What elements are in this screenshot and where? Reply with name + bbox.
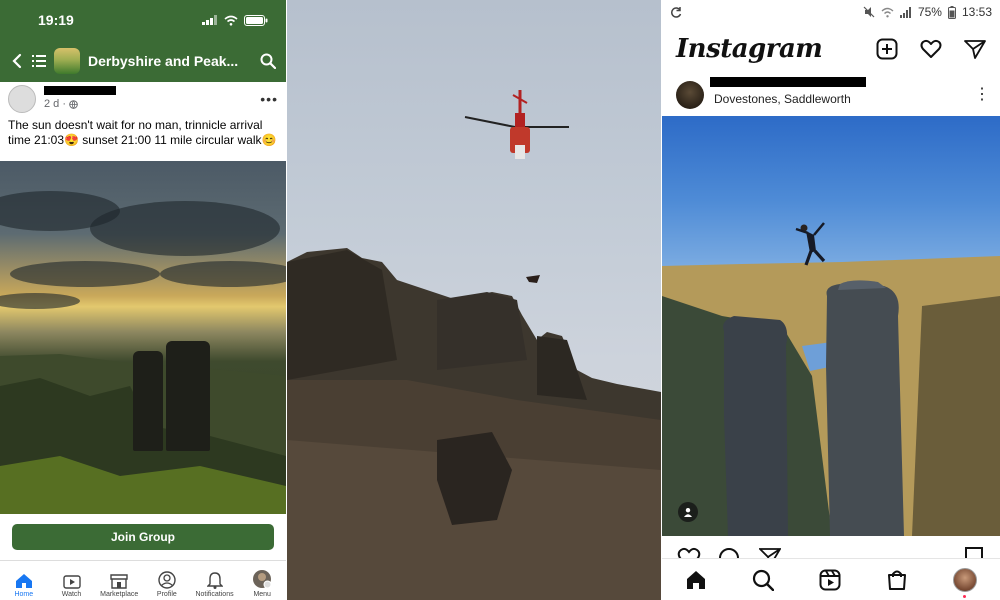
heart-icon[interactable] [920, 39, 942, 59]
post-photo[interactable] [0, 161, 286, 525]
direct-message-icon[interactable] [964, 39, 986, 59]
signal-icon [899, 6, 911, 18]
search-icon[interactable] [260, 53, 276, 69]
tab-notifications[interactable]: Notifications [191, 561, 239, 600]
post-text: The sun doesn't wait for no man, trinnic… [8, 118, 277, 147]
tab-label: Notifications [195, 591, 234, 598]
gritstone-edge [287, 248, 661, 600]
profile-tab[interactable] [953, 567, 978, 598]
status-right: 75% 13:53 [863, 5, 992, 19]
profile-icon [158, 571, 176, 589]
mute-icon [863, 6, 875, 18]
join-bar: Join Group [0, 514, 286, 558]
signal-icon [202, 15, 217, 25]
post-more-icon[interactable]: ⋮ [974, 87, 990, 103]
group-header: Derbyshire and Peak... [0, 40, 286, 82]
join-group-button[interactable]: Join Group [12, 524, 274, 550]
instagram-screenshot: 75% 13:53 Instagram Dovestones, Saddlewo… [662, 0, 1000, 600]
battery-percent: 75% [917, 5, 942, 19]
tab-label: Home [14, 591, 34, 598]
shop-icon[interactable] [886, 569, 908, 591]
header-actions [876, 38, 986, 60]
menu-avatar-icon [253, 570, 272, 589]
instagram-header: Instagram [662, 24, 1000, 74]
user-tags-icon[interactable] [678, 502, 698, 522]
bottom-tab-bar: Home Watch Marketplace Profile Notificat… [0, 560, 286, 600]
notification-dot [963, 594, 967, 598]
status-time: 19:19 [38, 12, 74, 28]
home-icon [15, 574, 32, 588]
author-avatar[interactable] [676, 81, 704, 109]
group-name[interactable]: Derbyshire and Peak... [88, 53, 252, 69]
jumping-person-icon [795, 222, 826, 266]
author-avatar[interactable] [8, 85, 36, 113]
back-icon[interactable] [10, 53, 24, 69]
like-icon[interactable] [677, 547, 701, 558]
status-bar: 75% 13:53 [662, 0, 1000, 24]
tab-marketplace[interactable]: Marketplace [95, 561, 143, 600]
status-bar: 19:19 [0, 0, 286, 40]
share-icon[interactable] [759, 547, 781, 558]
list-icon[interactable] [32, 54, 46, 68]
battery-icon [244, 14, 268, 26]
post-more-icon[interactable]: ••• [260, 91, 278, 107]
bottom-nav [662, 558, 1000, 600]
profile-icon [953, 567, 978, 592]
redacted-author-name [44, 86, 116, 95]
tab-label: Menu [253, 591, 271, 598]
tab-home[interactable]: Home [0, 561, 48, 600]
reels-icon[interactable] [819, 569, 841, 591]
tab-menu[interactable]: Menu [238, 561, 286, 600]
battery-icon [947, 5, 956, 19]
status-icons [202, 14, 268, 26]
facebook-screenshot: 19:19 Derbyshire and Peak... 2 d · ••• T… [0, 0, 286, 600]
post-meta: 2 d · [44, 98, 78, 110]
group-thumbnail[interactable] [54, 48, 80, 74]
save-icon[interactable] [965, 547, 983, 558]
video-icon [62, 575, 81, 589]
post-photo[interactable] [662, 116, 1000, 536]
bell-icon [206, 572, 223, 589]
helicopter-rescue-photo [287, 0, 661, 600]
shop-icon [110, 574, 128, 589]
post-header: Dovestones, Saddleworth ⋮ [662, 74, 1000, 116]
post-location[interactable]: Dovestones, Saddleworth [714, 92, 851, 106]
status-time: 13:53 [961, 5, 992, 19]
tab-watch[interactable]: Watch [48, 561, 96, 600]
home-icon[interactable] [685, 569, 707, 591]
tab-label: Profile [156, 591, 177, 598]
tab-profile[interactable]: Profile [143, 561, 191, 600]
post-time[interactable]: 2 d · [44, 98, 66, 110]
wifi-icon [881, 7, 894, 17]
tab-label: Watch [61, 591, 82, 598]
post-actions [662, 538, 1000, 558]
new-post-icon[interactable] [876, 38, 898, 60]
sync-icon [671, 7, 682, 18]
post-header: 2 d · ••• [0, 82, 286, 116]
redacted-username [710, 77, 866, 87]
search-icon[interactable] [752, 569, 774, 591]
comment-icon[interactable] [718, 547, 740, 558]
tab-label: Marketplace [100, 591, 139, 598]
globe-icon [69, 99, 78, 109]
instagram-logo[interactable]: Instagram [676, 34, 823, 64]
wifi-icon [224, 15, 238, 26]
